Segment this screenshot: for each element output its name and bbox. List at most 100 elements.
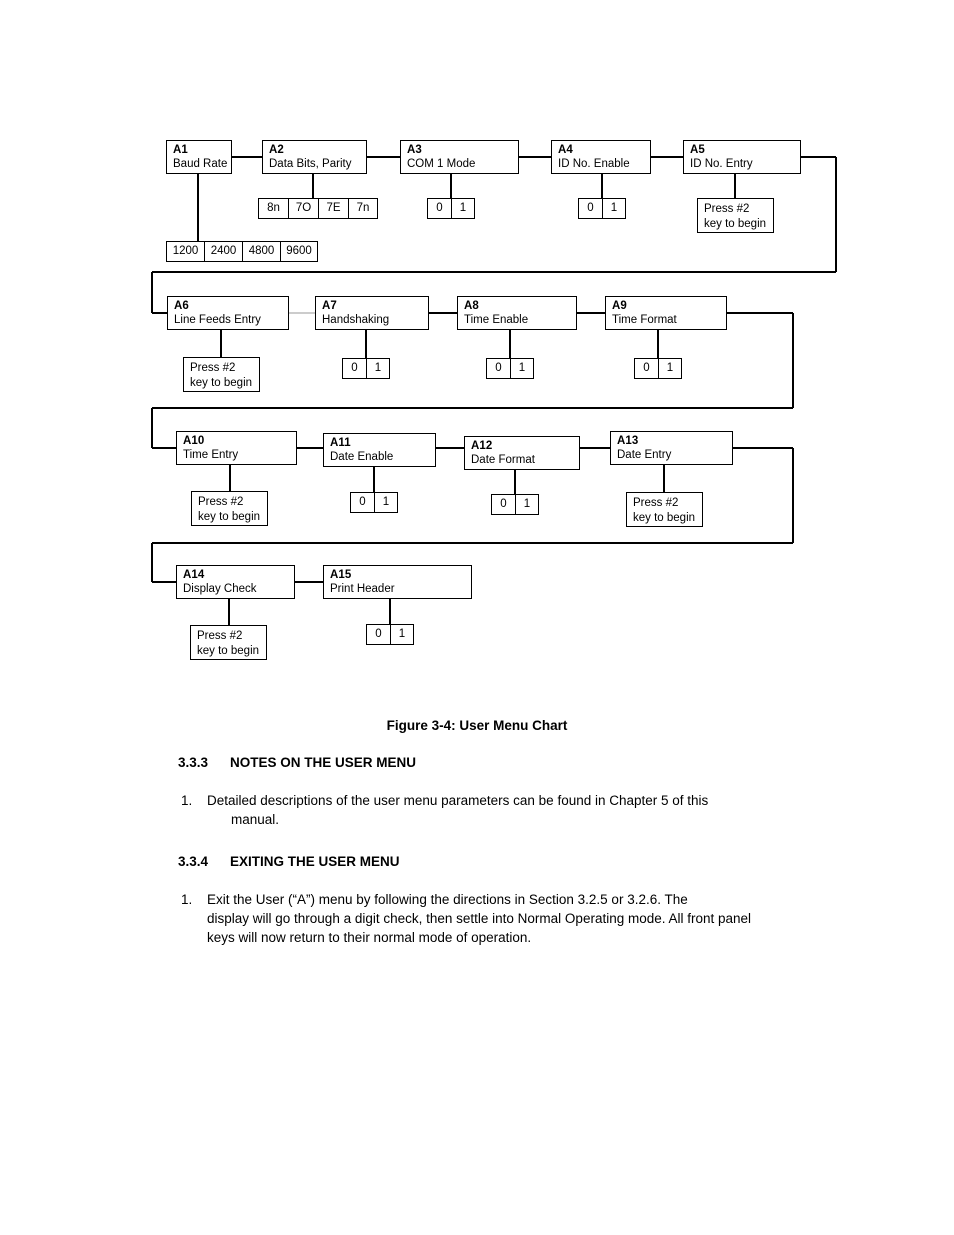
menu-node-code: A4 bbox=[558, 144, 573, 156]
menu-node-a6[interactable]: A6 Line Feeds Entry bbox=[167, 296, 289, 330]
menu-node-a11[interactable]: A11 Date Enable bbox=[323, 433, 436, 467]
press-line-1: Press #2 bbox=[190, 362, 236, 374]
menu-node-label: Date Format bbox=[471, 453, 535, 466]
option-cell[interactable]: 1 bbox=[515, 494, 539, 515]
list-text-line-2: display will go through a digit check, t… bbox=[207, 911, 752, 927]
menu-node-code: A3 bbox=[407, 144, 422, 156]
press-line-1: Press #2 bbox=[704, 203, 750, 215]
options-a1-baud-rate[interactable]: 1200 2400 4800 9600 bbox=[166, 241, 318, 262]
menu-node-a10[interactable]: A10 Time Entry bbox=[176, 431, 297, 465]
menu-node-code: A8 bbox=[464, 300, 479, 312]
option-cell[interactable]: 7n bbox=[348, 198, 378, 219]
menu-node-code: A5 bbox=[690, 144, 705, 156]
options-a2-data-bits-parity[interactable]: 8n 7O 7E 7n bbox=[258, 198, 378, 219]
option-cell[interactable]: 1 bbox=[602, 198, 626, 219]
menu-node-code: A7 bbox=[322, 300, 337, 312]
figure-caption: Figure 3-4: User Menu Chart bbox=[386, 718, 568, 733]
option-cell[interactable]: 0 bbox=[427, 198, 451, 219]
options-a8-time-enable[interactable]: 0 1 bbox=[486, 358, 534, 379]
option-cell[interactable]: 7E bbox=[318, 198, 348, 219]
menu-node-a4[interactable]: A4 ID No. Enable bbox=[551, 140, 651, 174]
menu-node-a2[interactable]: A2 Data Bits, Parity bbox=[262, 140, 367, 174]
menu-node-code: A2 bbox=[269, 144, 284, 156]
menu-node-a15[interactable]: A15 Print Header bbox=[323, 565, 472, 599]
options-a7-handshaking[interactable]: 0 1 bbox=[342, 358, 390, 379]
menu-node-code: A13 bbox=[617, 435, 639, 447]
option-cell[interactable]: 7O bbox=[288, 198, 318, 219]
menu-node-label: Date Entry bbox=[617, 448, 672, 461]
menu-node-a7[interactable]: A7 Handshaking bbox=[315, 296, 429, 330]
option-cell[interactable]: 2400 bbox=[204, 241, 242, 262]
press-line-2: key to begin bbox=[190, 376, 253, 389]
menu-node-label: Baud Rate bbox=[173, 157, 228, 170]
press-line-2: key to begin bbox=[633, 511, 696, 524]
option-cell[interactable]: 1 bbox=[390, 624, 414, 645]
list-item: 1. Detailed descriptions of the user men… bbox=[181, 791, 811, 829]
section-title: NOTES ON THE USER MENU bbox=[230, 755, 417, 770]
list-marker: 1. bbox=[181, 892, 193, 907]
option-cell[interactable]: 1 bbox=[366, 358, 390, 379]
press-line-1: Press #2 bbox=[198, 496, 244, 508]
list-text-line-3: keys will now return to their normal mod… bbox=[207, 930, 532, 946]
menu-node-label: Time Enable bbox=[464, 313, 529, 326]
menu-node-label: Handshaking bbox=[322, 313, 390, 326]
list-text-line-2: manual. bbox=[231, 812, 280, 828]
option-cell[interactable]: 1 bbox=[510, 358, 534, 379]
menu-node-label: ID No. Enable bbox=[558, 157, 630, 170]
press-line-2: key to begin bbox=[198, 510, 261, 523]
menu-node-label: Print Header bbox=[330, 582, 395, 595]
option-cell[interactable]: 1 bbox=[451, 198, 475, 219]
section-heading-3-3-3: 3.3.3 NOTES ON THE USER MENU bbox=[178, 755, 416, 770]
press-key-note-a13: Press #2 key to begin bbox=[626, 492, 703, 527]
option-cell[interactable]: 0 bbox=[366, 624, 390, 645]
option-cell[interactable]: 1 bbox=[374, 492, 398, 513]
option-cell[interactable]: 4800 bbox=[242, 241, 280, 262]
option-cell[interactable]: 9600 bbox=[280, 241, 318, 262]
section-heading-3-3-4: 3.3.4 EXITING THE USER MENU bbox=[178, 854, 400, 869]
option-cell[interactable]: 0 bbox=[491, 494, 515, 515]
menu-node-code: A10 bbox=[183, 435, 205, 447]
section-title: EXITING THE USER MENU bbox=[230, 854, 400, 869]
option-cell[interactable]: 0 bbox=[486, 358, 510, 379]
option-cell[interactable]: 8n bbox=[258, 198, 288, 219]
menu-node-a3[interactable]: A3 COM 1 Mode bbox=[400, 140, 519, 174]
press-key-note-a10: Press #2 key to begin bbox=[191, 491, 268, 526]
option-cell[interactable]: 0 bbox=[634, 358, 658, 379]
menu-node-code: A15 bbox=[330, 569, 352, 581]
menu-node-label: Date Enable bbox=[330, 450, 394, 463]
press-line-2: key to begin bbox=[704, 217, 767, 230]
options-a9-time-format[interactable]: 0 1 bbox=[634, 358, 682, 379]
menu-node-code: A1 bbox=[173, 144, 188, 156]
list-marker: 1. bbox=[181, 793, 193, 808]
options-a4-id-no-enable[interactable]: 0 1 bbox=[578, 198, 626, 219]
menu-node-a14[interactable]: A14 Display Check bbox=[176, 565, 295, 599]
menu-node-a8[interactable]: A8 Time Enable bbox=[457, 296, 577, 330]
menu-node-label: Data Bits, Parity bbox=[269, 157, 352, 170]
section-number: 3.3.3 bbox=[178, 755, 209, 770]
menu-node-a5[interactable]: A5 ID No. Entry bbox=[683, 140, 801, 174]
menu-node-code: A6 bbox=[174, 300, 189, 312]
options-a12-date-format[interactable]: 0 1 bbox=[491, 494, 539, 515]
user-menu-chart-diagram: A1 Baud Rate 1200 2400 4800 9600 A2 Data… bbox=[0, 0, 954, 700]
options-a3-com1-mode[interactable]: 0 1 bbox=[427, 198, 475, 219]
menu-node-a13[interactable]: A13 Date Entry bbox=[610, 431, 733, 465]
menu-node-a1[interactable]: A1 Baud Rate bbox=[166, 140, 232, 174]
list-text-line-1: Detailed descriptions of the user menu p… bbox=[207, 793, 709, 808]
press-key-note-a14: Press #2 key to begin bbox=[190, 625, 267, 660]
menu-node-label: ID No. Entry bbox=[690, 157, 753, 170]
menu-node-code: A9 bbox=[612, 300, 627, 312]
option-cell[interactable]: 0 bbox=[342, 358, 366, 379]
press-key-note-a6: Press #2 key to begin bbox=[183, 357, 260, 392]
option-cell[interactable]: 0 bbox=[350, 492, 374, 513]
list-item: 1. Exit the User (“A”) menu by following… bbox=[181, 890, 831, 947]
menu-node-a12[interactable]: A12 Date Format bbox=[464, 436, 580, 470]
section-number: 3.3.4 bbox=[178, 854, 209, 869]
diagram-connector-lines bbox=[151, 156, 837, 626]
option-cell[interactable]: 1200 bbox=[166, 241, 204, 262]
option-cell[interactable]: 0 bbox=[578, 198, 602, 219]
menu-node-label: Time Entry bbox=[183, 448, 239, 461]
options-a15-print-header[interactable]: 0 1 bbox=[366, 624, 414, 645]
options-a11-date-enable[interactable]: 0 1 bbox=[350, 492, 398, 513]
option-cell[interactable]: 1 bbox=[658, 358, 682, 379]
menu-node-a9[interactable]: A9 Time Format bbox=[605, 296, 727, 330]
